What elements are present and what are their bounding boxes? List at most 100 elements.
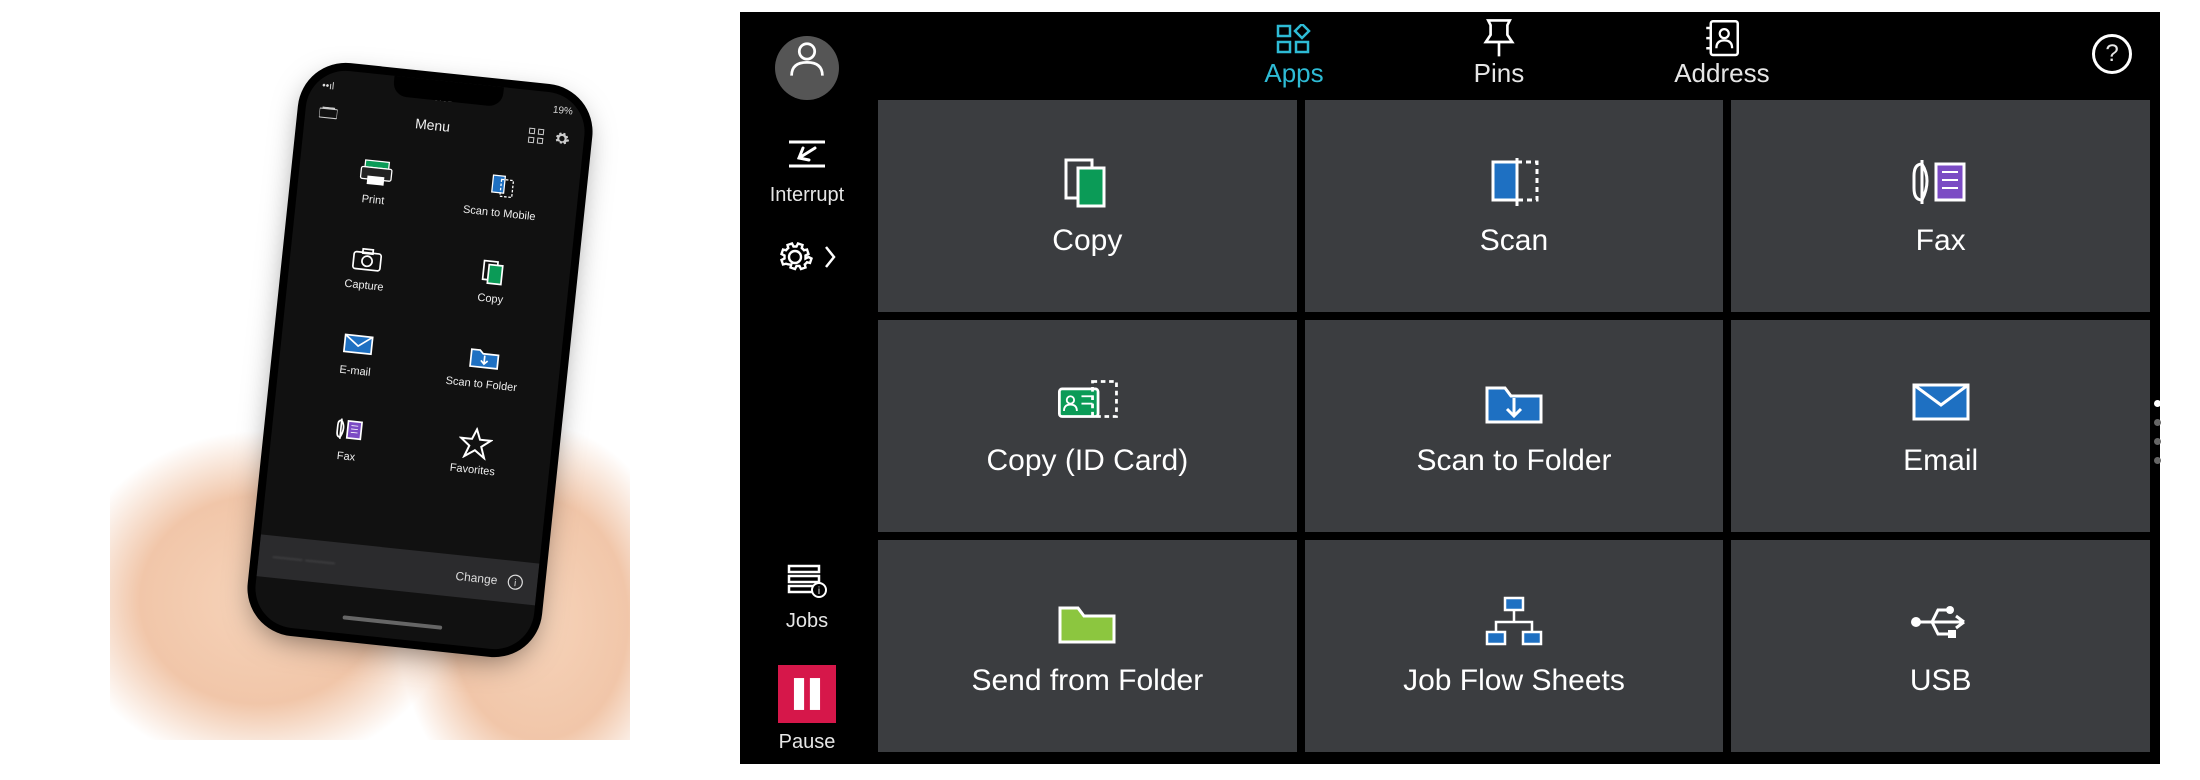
apps-switcher-icon[interactable]	[527, 127, 545, 145]
tile-copy-id-card[interactable]: Copy (ID Card)	[878, 320, 1297, 532]
rail-label: Interrupt	[770, 184, 844, 207]
chevron-right-icon	[823, 243, 837, 271]
device-touchscreen: Interrupt i Jobs	[740, 12, 2160, 764]
tab-pins[interactable]: Pins	[1474, 24, 1525, 89]
battery-indicator: 19%	[552, 104, 573, 117]
tile-label: Copy	[1052, 224, 1122, 258]
phone-app-label: Scan to Folder	[445, 375, 517, 394]
id-card-copy-icon	[1052, 374, 1122, 430]
tile-fax[interactable]: Fax	[1731, 100, 2150, 312]
rail-label: Jobs	[786, 610, 828, 633]
settings-expand-button[interactable]	[777, 239, 837, 275]
phone-app-label: Print	[361, 193, 385, 207]
phone-app-favorites[interactable]: Favorites	[410, 406, 539, 498]
page-dot	[2154, 457, 2161, 464]
tab-apps[interactable]: Apps	[1264, 24, 1323, 89]
user-account-button[interactable]	[775, 36, 839, 100]
phone-footer-bar: ——— ——— Change i	[257, 534, 540, 605]
phone-app-label: Fax	[336, 450, 355, 464]
tile-label: Fax	[1916, 224, 1966, 258]
panel-main: Apps Pins Address ?	[874, 12, 2160, 764]
change-button[interactable]: Change	[455, 569, 498, 587]
folder-icon	[1052, 594, 1122, 650]
phone-app-label: Favorites	[449, 462, 495, 479]
phone-app-label: Copy	[477, 292, 504, 307]
tile-label: Send from Folder	[971, 664, 1203, 698]
interrupt-icon	[785, 132, 829, 176]
scan-to-mobile-icon	[484, 170, 521, 203]
footer-blurred-info: ——— ———	[272, 551, 336, 569]
jobs-button[interactable]: i Jobs	[785, 558, 829, 633]
user-icon	[785, 36, 829, 80]
scan-icon	[1479, 154, 1549, 210]
scan-to-folder-icon	[466, 341, 503, 374]
scan-to-folder-icon	[1479, 374, 1549, 430]
fax-icon	[330, 413, 367, 446]
apps-icon	[1276, 24, 1312, 54]
envelope-icon	[339, 328, 376, 361]
gear-icon	[777, 239, 813, 275]
tile-email[interactable]: Email	[1731, 320, 2150, 532]
help-icon-label: ?	[2105, 40, 2118, 68]
signal-indicator: ••ıl	[322, 80, 335, 92]
copy-icon	[1052, 154, 1122, 210]
address-book-icon	[1704, 24, 1740, 54]
phone-app-print[interactable]: Print	[310, 136, 439, 228]
usb-icon	[1906, 594, 1976, 650]
tile-label: Scan to Folder	[1416, 444, 1611, 478]
printer-icon	[357, 157, 394, 190]
title-left-icon[interactable]	[319, 106, 338, 122]
phone-in-hand-photo: ••ıl 9:51 19% Menu	[110, 40, 630, 740]
flow-sheets-icon	[1479, 594, 1549, 650]
tile-label: Email	[1903, 444, 1978, 478]
tile-usb[interactable]: USB	[1731, 540, 2150, 752]
pause-button[interactable]: Pause	[778, 665, 836, 754]
tile-send-from-folder[interactable]: Send from Folder	[878, 540, 1297, 752]
app-tile-grid: Copy Scan Fax	[874, 100, 2160, 764]
phone-app-copy[interactable]: Copy	[428, 235, 557, 327]
help-button[interactable]: ?	[2092, 34, 2132, 74]
phone-app-scan-to-folder[interactable]: Scan to Folder	[419, 321, 548, 413]
gear-icon[interactable]	[553, 130, 571, 148]
svg-text:i: i	[818, 586, 820, 597]
tile-label: Scan	[1480, 224, 1548, 258]
tile-scan-to-folder[interactable]: Scan to Folder	[1305, 320, 1724, 532]
envelope-icon	[1906, 374, 1976, 430]
star-icon	[457, 427, 494, 460]
tile-label: Job Flow Sheets	[1403, 664, 1625, 698]
tile-label: USB	[1910, 664, 1972, 698]
tab-address[interactable]: Address	[1674, 24, 1769, 89]
phone-app-email[interactable]: E-mail	[292, 307, 421, 399]
phone-app-fax[interactable]: Fax	[284, 393, 413, 485]
page-dot	[2154, 438, 2161, 445]
jobs-icon: i	[785, 558, 829, 602]
info-icon[interactable]: i	[507, 573, 525, 591]
pin-icon	[1481, 24, 1517, 54]
tile-label: Copy (ID Card)	[986, 444, 1188, 478]
phone-app-label: Scan to Mobile	[462, 204, 536, 224]
interrupt-button[interactable]: Interrupt	[770, 132, 844, 207]
copy-icon	[475, 255, 512, 288]
fax-icon	[1906, 154, 1976, 210]
home-indicator[interactable]	[342, 615, 442, 629]
tile-scan[interactable]: Scan	[1305, 100, 1724, 312]
tab-label: Pins	[1474, 58, 1525, 89]
page-dot-active	[2154, 400, 2161, 407]
phone-app-scan-to-mobile[interactable]: Scan to Mobile	[437, 149, 566, 241]
page-dot	[2154, 419, 2161, 426]
tab-label: Address	[1674, 58, 1769, 89]
phone-app-capture[interactable]: Capture	[301, 222, 430, 314]
phone-frame: ••ıl 9:51 19% Menu	[251, 67, 588, 653]
tile-job-flow-sheets[interactable]: Job Flow Sheets	[1305, 540, 1724, 752]
page-indicator[interactable]	[2154, 400, 2161, 464]
rail-label: Pause	[779, 731, 836, 754]
tile-copy[interactable]: Copy	[878, 100, 1297, 312]
left-rail: Interrupt i Jobs	[740, 12, 874, 764]
phone-app-grid: Print Scan to Mobile Capture	[268, 129, 582, 500]
camera-icon	[348, 242, 385, 275]
top-tab-bar: Apps Pins Address ?	[874, 12, 2160, 100]
tab-label: Apps	[1264, 58, 1323, 89]
phone-app-label: E-mail	[339, 364, 371, 379]
phone-app-label: Capture	[344, 278, 384, 294]
pause-icon	[778, 665, 836, 723]
